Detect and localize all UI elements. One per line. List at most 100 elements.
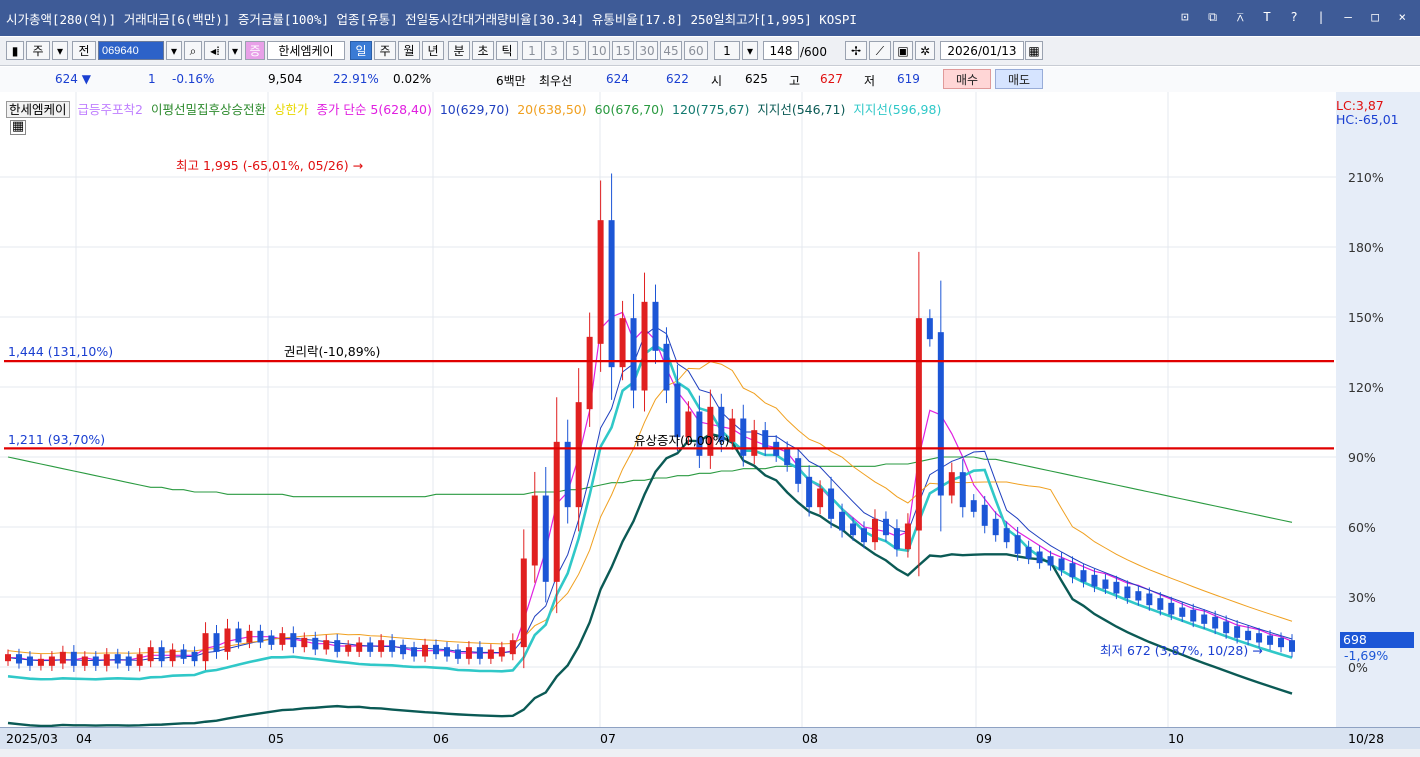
candle-body (619, 318, 626, 368)
y-tick: 180% (1348, 240, 1384, 255)
legend-item[interactable]: 지지선(546,71) (757, 102, 845, 117)
candle-body (290, 633, 297, 648)
candle-body (180, 649, 187, 659)
legend-item[interactable]: 120(775,67) (672, 102, 749, 117)
y-tick: 90% (1348, 450, 1376, 465)
candle-body (400, 644, 407, 655)
last-change-marker: -1,69% (1344, 648, 1389, 663)
sell-button[interactable]: 매도 (995, 69, 1043, 89)
calendar-icon[interactable]: ▦ (1025, 41, 1043, 60)
market-select[interactable]: 주 (26, 41, 50, 60)
legend-item[interactable]: 지지선(596,98) (853, 102, 941, 117)
prefix-button[interactable]: 전 (72, 41, 96, 60)
price-change: 1 (148, 72, 156, 86)
grid-table-icon[interactable]: ▦ (10, 120, 26, 135)
y-tick: 210% (1348, 170, 1384, 185)
step-30-button[interactable]: 30 (636, 41, 658, 60)
best-quote-label: 최우선 (539, 74, 573, 88)
candle-body (1069, 563, 1076, 578)
save-icon[interactable]: ▣ (893, 41, 913, 60)
legend-item[interactable]: 급등주포착2 (78, 102, 143, 117)
step-3-button[interactable]: 3 (544, 41, 564, 60)
crosshair-icon[interactable]: ✢ (845, 41, 867, 60)
period-year-tab[interactable]: 년 (422, 41, 444, 60)
candle-body (147, 647, 154, 662)
sound-icon[interactable]: ◂⁞ (204, 41, 226, 60)
candle-body (1278, 637, 1285, 648)
stock-name-field[interactable]: 한세엠케이 (267, 41, 345, 60)
candle-body (422, 644, 429, 657)
legend-stock-name[interactable]: 한세엠케이 (6, 101, 70, 118)
candle-body (114, 654, 121, 664)
candle-body (1003, 528, 1010, 543)
stock-code-input[interactable] (98, 41, 164, 60)
period-month-tab[interactable]: 월 (398, 41, 420, 60)
candle-body (608, 220, 615, 368)
unit-input[interactable]: 1 (714, 41, 740, 60)
quote-row: 624 ▼ 1 -0.16% 9,504 22.91% 0.02% 6백만 최우… (0, 67, 1420, 93)
candle-body (1091, 574, 1098, 587)
candle-body (487, 649, 494, 659)
step-10-button[interactable]: 10 (588, 41, 610, 60)
step-1-button[interactable]: 1 (522, 41, 542, 60)
candle-body (817, 488, 824, 508)
step-45-button[interactable]: 45 (660, 41, 682, 60)
candle-body (202, 633, 209, 662)
indicator-legend: 한세엠케이 급등주포착2 이평선밀집후상승전환 상한가 종가 단순 5(628,… (6, 99, 945, 118)
legend-item[interactable]: 이평선밀집후상승전환 (151, 102, 266, 117)
lc-hc-readout: LC:3,87 HC:-65,01 (1336, 99, 1399, 127)
step-5-button[interactable]: 5 (566, 41, 586, 60)
y-tick: 60% (1348, 520, 1376, 535)
step-60-button[interactable]: 60 (684, 41, 708, 60)
candle-body (498, 647, 505, 657)
draw-line-icon[interactable]: ⟋ (869, 41, 891, 60)
x-label: 05 (268, 731, 284, 746)
period-second-tab[interactable]: 초 (472, 41, 494, 60)
count-input[interactable]: 148 (763, 41, 799, 60)
layout-icon[interactable]: ▮ (6, 41, 24, 60)
buy-button[interactable]: 매수 (943, 69, 991, 89)
candle-body (334, 640, 341, 652)
candle-body (1223, 621, 1230, 634)
high-price: 627 (820, 72, 843, 86)
candle-body (476, 647, 483, 659)
price-change-pct: -0.16% (172, 72, 215, 86)
period-minute-tab[interactable]: 분 (448, 41, 470, 60)
candle-body (1036, 551, 1043, 564)
legend-item[interactable]: 상한가 (274, 102, 309, 117)
candle-body (15, 654, 22, 664)
high-annotation: 최고 1,995 (-65,01%, 05/26) → (176, 158, 364, 173)
step-15-button[interactable]: 15 (612, 41, 634, 60)
candle-body (1124, 586, 1131, 599)
candle-body (1157, 598, 1164, 610)
legend-item[interactable]: 60(676,70) (595, 102, 664, 117)
sound-dropdown-icon[interactable]: ▾ (228, 41, 242, 60)
legend-item[interactable]: 20(638,50) (517, 102, 586, 117)
unit-dropdown-icon[interactable]: ▾ (742, 41, 758, 60)
legend-item[interactable]: 종가 단순 5(628,40) (316, 102, 431, 117)
window-controls[interactable]: ⊡ ⧉ ⊼ T ? | – □ × (1181, 9, 1412, 25)
gear-icon[interactable]: ✲ (915, 41, 935, 60)
y-tick: 150% (1348, 310, 1384, 325)
search-icon[interactable]: ⌕ (184, 41, 202, 60)
candle-body (915, 318, 922, 531)
candle-body (893, 528, 900, 550)
date-input[interactable]: 2026/01/13 (940, 41, 1024, 60)
candle-body (1289, 640, 1295, 652)
candle-body (378, 640, 385, 652)
market-dropdown-icon[interactable]: ▾ (52, 41, 68, 60)
candle-body (871, 518, 878, 543)
period-day-tab[interactable]: 일 (350, 41, 372, 60)
price-chart[interactable] (0, 92, 1420, 727)
period-tick-tab[interactable]: 틱 (496, 41, 518, 60)
x-axis: 2025/03 04 05 06 07 08 09 10 10/28 (0, 727, 1420, 750)
candle-body (246, 630, 253, 643)
code-dropdown-icon[interactable]: ▾ (166, 41, 182, 60)
candle-body (465, 647, 472, 659)
candle-body (839, 511, 846, 531)
period-week-tab[interactable]: 주 (374, 41, 396, 60)
candle-body (553, 441, 560, 582)
legend-item[interactable]: 10(629,70) (440, 102, 509, 117)
high-label: 고 (789, 74, 801, 88)
volume-ratio: 22.91% (333, 72, 379, 86)
